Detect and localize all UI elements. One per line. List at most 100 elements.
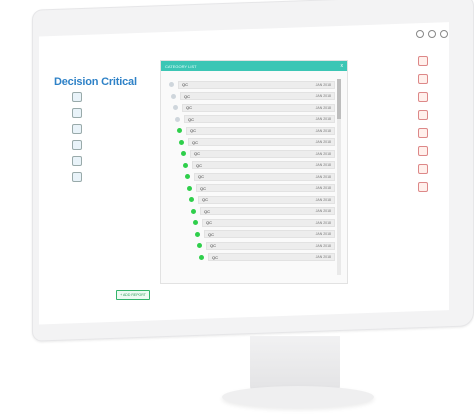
tool-icon[interactable] <box>418 164 428 174</box>
category-panel: CATEGORY LIST x QC JAN 2018 QC JAN 2018 QC JA… <box>160 60 348 284</box>
status-dot-icon <box>171 93 176 99</box>
list-item[interactable]: QC JAN 2018 <box>189 194 335 206</box>
list-item[interactable]: QC JAN 2018 <box>171 91 335 103</box>
list-item-bar: QC JAN 2018 <box>192 161 335 170</box>
list-item[interactable]: QC JAN 2018 <box>191 206 335 218</box>
list-item-label: QC <box>196 162 202 168</box>
window-controls <box>416 30 448 38</box>
list-item-bar: QC JAN 2018 <box>184 115 335 124</box>
list-item-bar: QC JAN 2018 <box>206 241 335 250</box>
list-item-date: JAN 2018 <box>315 209 331 214</box>
list-item[interactable]: QC JAN 2018 <box>179 137 335 149</box>
list-item[interactable]: QC JAN 2018 <box>169 79 335 91</box>
list-item-date: JAN 2018 <box>315 128 331 133</box>
chart-icon[interactable] <box>72 92 82 102</box>
list-item-bar: QC JAN 2018 <box>182 103 335 112</box>
list-item[interactable]: QC JAN 2018 <box>175 114 335 126</box>
device-mockup: Decision Critical CATEGORY LIST x QC JAN … <box>0 0 474 419</box>
list-item[interactable]: QC JAN 2018 <box>193 217 335 229</box>
category-list: QC JAN 2018 QC JAN 2018 QC JAN 2018 QC JAN 2018… <box>161 79 335 263</box>
list-item-bar: QC JAN 2018 <box>186 126 335 135</box>
list-item[interactable]: QC JAN 2018 <box>183 160 335 172</box>
list-item-bar: QC JAN 2018 <box>198 195 335 204</box>
list-item-bar: QC JAN 2018 <box>196 184 335 193</box>
list-item-bar: QC JAN 2018 <box>204 230 335 239</box>
list-item-bar: QC JAN 2018 <box>194 172 335 181</box>
settings-icon[interactable] <box>416 30 424 38</box>
status-dot-icon <box>187 185 192 191</box>
list-item-label: QC <box>186 105 192 111</box>
status-dot-icon <box>199 254 204 260</box>
list-item[interactable]: QC JAN 2018 <box>187 183 335 195</box>
people-icon[interactable] <box>72 140 82 150</box>
status-dot-icon <box>193 220 198 226</box>
table-icon[interactable] <box>72 172 82 182</box>
status-dot-icon <box>183 162 188 168</box>
tool-icon[interactable] <box>418 56 428 66</box>
list-item[interactable]: QC JAN 2018 <box>181 148 335 160</box>
list-item-label: QC <box>188 116 194 122</box>
list-item-label: QC <box>204 208 210 214</box>
calendar-icon[interactable] <box>72 156 82 166</box>
list-item-date: JAN 2018 <box>315 163 331 168</box>
list-item-date: JAN 2018 <box>315 232 331 237</box>
list-item-bar: QC JAN 2018 <box>190 149 335 158</box>
list-item-bar: QC JAN 2018 <box>208 253 335 262</box>
list-item-label: QC <box>184 93 190 99</box>
status-dot-icon <box>195 231 200 237</box>
tree-icon[interactable] <box>72 124 82 134</box>
status-dot-icon <box>197 243 202 249</box>
user-icon[interactable] <box>440 30 448 38</box>
list-item-date: JAN 2018 <box>315 220 331 225</box>
status-dot-icon <box>189 197 194 203</box>
list-item-label: QC <box>200 185 206 191</box>
right-toolbar <box>418 56 434 246</box>
tool-icon[interactable] <box>418 146 428 156</box>
list-item-label: QC <box>212 254 218 260</box>
list-item[interactable]: QC JAN 2018 <box>195 229 335 241</box>
list-item-label: QC <box>206 220 212 226</box>
list-item-bar: QC JAN 2018 <box>188 138 335 147</box>
monitor-stand <box>250 336 340 392</box>
list-item-date: JAN 2018 <box>315 243 331 248</box>
panel-header: CATEGORY LIST x <box>161 61 347 71</box>
list-item-date: JAN 2018 <box>315 140 331 145</box>
list-item-label: QC <box>210 243 216 249</box>
status-dot-icon <box>175 116 180 122</box>
scrollbar-thumb[interactable] <box>337 79 341 119</box>
list-item[interactable]: QC JAN 2018 <box>173 102 335 114</box>
status-dot-icon <box>185 174 190 180</box>
list-item-date: JAN 2018 <box>315 105 331 110</box>
list-item-bar: QC JAN 2018 <box>200 207 335 216</box>
panel-tab[interactable]: CATEGORY LIST <box>165 64 197 69</box>
status-dot-icon <box>181 151 186 157</box>
close-icon[interactable] <box>428 30 436 38</box>
panel-close-icon[interactable]: x <box>341 63 344 69</box>
add-report-button[interactable]: + ADD REPORT <box>116 290 150 300</box>
list-item[interactable]: QC JAN 2018 <box>177 125 335 137</box>
scrollbar[interactable] <box>337 79 341 275</box>
list-item-date: JAN 2018 <box>315 197 331 202</box>
list-item-date: JAN 2018 <box>315 174 331 179</box>
list-item[interactable]: QC JAN 2018 <box>199 252 335 264</box>
list-item-label: QC <box>182 82 188 88</box>
list-item-date: JAN 2018 <box>315 117 331 122</box>
tool-icon[interactable] <box>418 110 428 120</box>
brand-logo: Decision Critical <box>54 76 137 88</box>
tool-icon[interactable] <box>418 128 428 138</box>
status-dot-icon <box>177 128 182 134</box>
monitor-base <box>222 386 374 408</box>
list-item[interactable]: QC JAN 2018 <box>197 240 335 252</box>
tool-icon[interactable] <box>418 74 428 84</box>
tool-icon[interactable] <box>418 182 428 192</box>
status-dot-icon <box>169 82 174 88</box>
list-item-date: JAN 2018 <box>315 82 331 87</box>
list-item-label: QC <box>190 128 196 134</box>
status-dot-icon <box>173 105 178 111</box>
list-item[interactable]: QC JAN 2018 <box>185 171 335 183</box>
list-item-label: QC <box>198 174 204 180</box>
grid-icon[interactable] <box>72 108 82 118</box>
left-toolbar <box>72 92 88 272</box>
tool-icon[interactable] <box>418 92 428 102</box>
list-item-label: QC <box>192 139 198 145</box>
